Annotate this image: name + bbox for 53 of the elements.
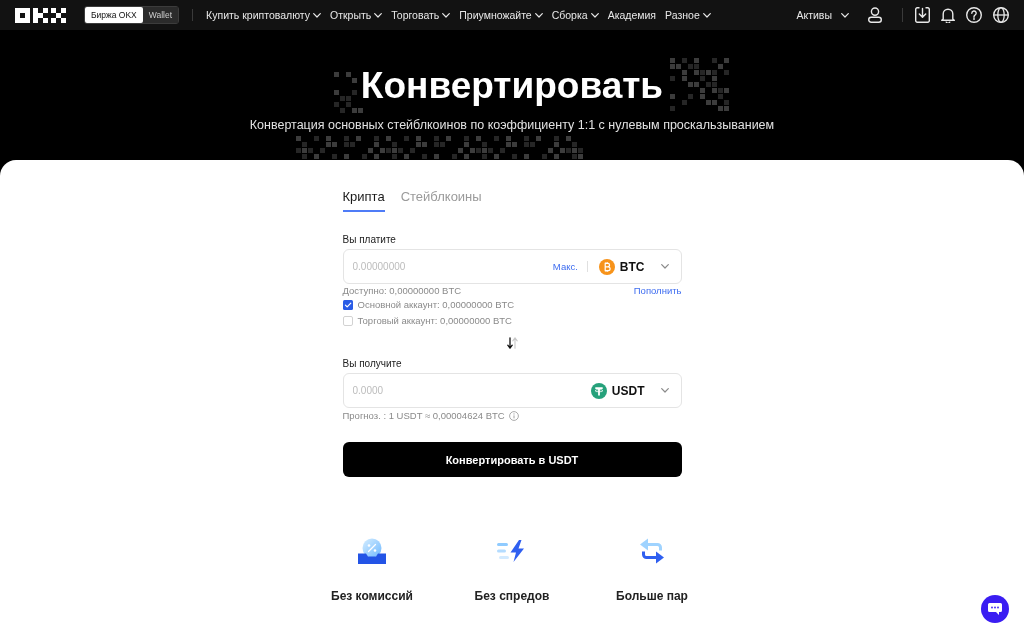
logo[interactable]: [15, 7, 66, 23]
max-link[interactable]: Макс.: [552, 260, 578, 273]
checkbox[interactable]: [342, 316, 353, 326]
deposit-link[interactable]: Пополнить: [633, 285, 682, 297]
nav-menu[interactable]: Открыть: [330, 8, 383, 22]
tab[interactable]: Крипта: [342, 189, 385, 212]
percent-tray-icon: [358, 538, 386, 564]
feature-label: Без комиссий: [331, 589, 413, 604]
chevron-down-icon: [660, 388, 669, 393]
chevron-down-icon: [841, 12, 849, 18]
field-label: Вы платите: [342, 234, 397, 246]
field-label: Вы получите: [342, 358, 403, 370]
exchange-rate-estimate: Прогноз. : 1 USDT ≈ 0,00004624 BTC: [342, 410, 505, 422]
pixel-pattern: [670, 58, 729, 111]
nav-menu[interactable]: Разное: [665, 8, 711, 22]
page-subtitle: Конвертация основных стейблкоинов по коэффициенту 1:1 с нулевым проскальзыванием: [249, 118, 775, 133]
chat-bubble-icon: [988, 603, 1002, 615]
currency-select[interactable]: USDT: [590, 382, 669, 399]
platform-tab[interactable]: Биржа OKX: [85, 7, 143, 23]
swap-arrows-icon: [640, 538, 664, 564]
nav-menu[interactable]: Приумножайте: [459, 8, 543, 22]
feature-label: Больше пар: [616, 589, 688, 604]
chevron-down-icon: [590, 12, 599, 18]
pixel-pattern: [334, 72, 363, 113]
globe-icon[interactable]: [993, 7, 1009, 23]
coin-icon: [598, 258, 615, 275]
chevron-down-icon: [313, 12, 321, 18]
assets-menu[interactable]: Активы: [796, 8, 849, 22]
feature-label: Без спредов: [474, 589, 550, 604]
chevron-down-icon: [534, 12, 543, 18]
chevron-down-icon: [702, 12, 711, 18]
nav-menu[interactable]: Торговать: [391, 8, 451, 22]
coin-icon: [590, 382, 607, 399]
chevron-down-icon: [374, 12, 383, 18]
chevron-down-icon: [660, 264, 669, 269]
currency-select[interactable]: BTC: [598, 258, 669, 275]
page-title: Конвертировать: [360, 65, 664, 107]
checkbox[interactable]: [342, 300, 353, 310]
help-icon[interactable]: [966, 7, 982, 23]
nav-menu[interactable]: Купить криптовалюту: [206, 8, 321, 22]
amount-field[interactable]: 0.0000 USDT: [342, 373, 682, 408]
user-icon[interactable]: [868, 7, 882, 23]
convert-button[interactable]: Конвертировать в USDT: [342, 442, 682, 477]
swap-arrows-icon[interactable]: [506, 337, 518, 349]
account-balance: Торговый аккаунт: 0,00000000 BTC: [357, 314, 512, 328]
available-balance: Доступно: 0,00000000 BTC: [342, 285, 462, 297]
nav-menu[interactable]: Сборка: [551, 8, 599, 22]
bell-icon[interactable]: [941, 7, 955, 23]
nav-link[interactable]: Академия: [607, 8, 657, 22]
download-icon[interactable]: [915, 7, 930, 23]
amount-field[interactable]: 0.00000000 Макс. BTC: [342, 249, 682, 284]
account-balance: Основной аккаунт: 0,00000000 BTC: [357, 298, 515, 312]
chevron-down-icon: [442, 12, 451, 18]
